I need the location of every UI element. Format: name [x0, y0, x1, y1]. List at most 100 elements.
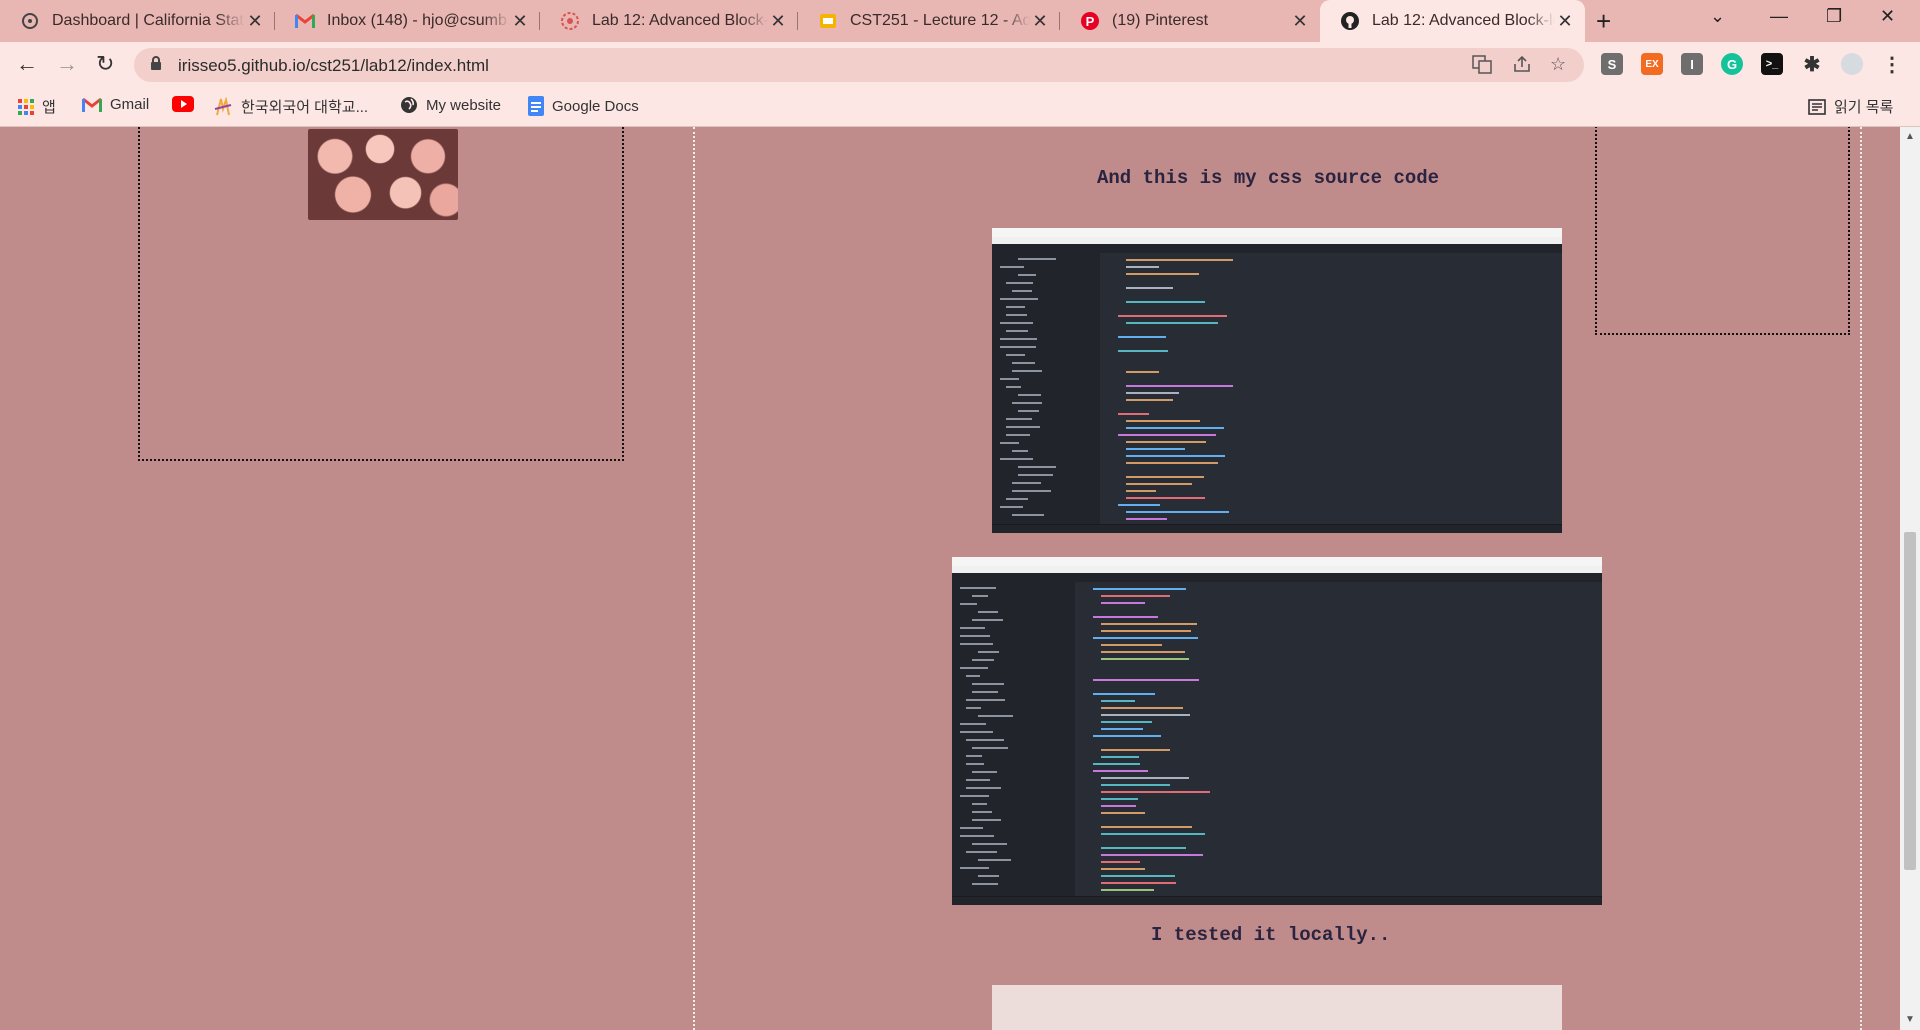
back-icon[interactable]: ← — [16, 51, 38, 77]
tab-title: Lab 12: Advanced Block-le — [592, 12, 768, 29]
file-tree-line — [1012, 490, 1052, 492]
code-line — [1101, 721, 1152, 723]
tab-lab12-a[interactable]: Lab 12: Advanced Block-le ✕ — [540, 4, 798, 38]
file-tree-line — [1012, 450, 1029, 452]
code-line — [1126, 518, 1167, 520]
code-line — [1118, 434, 1216, 436]
reading-list-icon — [1808, 98, 1826, 115]
bookmark-gmail[interactable]: Gmail — [82, 96, 149, 113]
file-tree-line — [960, 627, 985, 629]
code-line — [1126, 455, 1226, 457]
code-line — [1118, 350, 1168, 352]
code-line — [1101, 882, 1177, 884]
code-line — [1093, 588, 1187, 590]
i-extension-icon[interactable]: I — [1681, 53, 1703, 75]
file-tree-line — [978, 715, 1014, 717]
profile-avatar[interactable] — [1841, 53, 1863, 75]
share-icon[interactable] — [1512, 54, 1532, 79]
file-tree-line — [960, 587, 996, 589]
ex-extension-icon[interactable]: EX — [1641, 53, 1663, 75]
page-scrollbar[interactable]: ▲ ▼ — [1900, 127, 1920, 1030]
scrollbar-thumb[interactable] — [1904, 532, 1916, 870]
new-tab-icon[interactable]: + — [1596, 6, 1611, 37]
code-area — [1100, 253, 1562, 525]
close-icon[interactable]: ✕ — [1555, 11, 1575, 32]
file-tree-line — [966, 707, 982, 709]
file-tree-line — [1018, 394, 1042, 396]
scroll-up-icon[interactable]: ▲ — [1905, 131, 1915, 142]
tab-lecture-slides[interactable]: CST251 - Lecture 12 - Adv ✕ — [798, 4, 1060, 38]
project-tree — [992, 244, 1100, 525]
bookmark-hufs[interactable]: 한국외국어 대학교... — [213, 96, 368, 117]
file-tree-line — [1006, 306, 1025, 308]
reload-icon[interactable]: ↻ — [96, 51, 114, 77]
close-icon[interactable]: ✕ — [510, 11, 530, 32]
file-tree-line — [1018, 410, 1040, 412]
close-icon[interactable]: ✕ — [245, 11, 265, 32]
tab-lab12-active[interactable]: Lab 12: Advanced Block-le ✕ — [1320, 0, 1585, 42]
file-tree-line — [966, 763, 985, 765]
tab-pinterest[interactable]: P (19) Pinterest ✕ — [1060, 4, 1320, 38]
hufs-icon — [213, 96, 233, 117]
forward-icon[interactable]: → — [56, 51, 78, 77]
minimize-icon[interactable]: — — [1770, 6, 1788, 27]
code-line — [1101, 889, 1154, 891]
file-tree-line — [966, 787, 1002, 789]
code-line — [1118, 413, 1150, 415]
bookmark-apps[interactable]: 앱 — [18, 96, 56, 117]
file-tree-line — [966, 699, 1006, 701]
code-line — [1101, 861, 1140, 863]
code-line — [1093, 693, 1155, 695]
code-line — [1126, 427, 1225, 429]
s-extension-icon[interactable]: S — [1601, 53, 1623, 75]
file-tree-line — [1006, 282, 1033, 284]
code-line — [1101, 595, 1171, 597]
code-line — [1101, 791, 1210, 793]
project-tree — [952, 573, 1075, 897]
editor-tabs — [1100, 244, 1562, 253]
bookmark-my-website[interactable]: My website — [400, 96, 501, 114]
code-line — [1118, 504, 1160, 506]
code-line — [1126, 497, 1205, 499]
tab-title: Dashboard | California Stat — [52, 12, 244, 29]
close-icon[interactable]: ✕ — [1030, 11, 1050, 32]
scroll-down-icon[interactable]: ▼ — [1905, 1014, 1915, 1025]
code-line — [1126, 371, 1159, 373]
terminal-icon[interactable]: >_ — [1761, 53, 1783, 75]
css-editor-screenshot-1 — [992, 228, 1562, 533]
svg-text:P: P — [1086, 14, 1095, 29]
tab-search-icon[interactable]: ⌄ — [1710, 6, 1725, 27]
bookmark-label: Google Docs — [552, 97, 639, 115]
tab-gmail-inbox[interactable]: Inbox (148) - hjo@csumb.e ✕ — [275, 4, 540, 38]
code-line — [1101, 749, 1171, 751]
grammarly-icon[interactable]: G — [1721, 53, 1743, 75]
code-line — [1101, 805, 1137, 807]
code-line — [1093, 637, 1198, 639]
address-bar[interactable]: irisseo5.github.io/cst251/lab12/index.ht… — [134, 48, 1584, 82]
bookmark-google-docs[interactable]: Google Docs — [528, 96, 639, 116]
tab-canvas-dashboard[interactable]: Dashboard | California Stat ✕ — [0, 4, 275, 38]
file-tree-line — [1000, 338, 1037, 340]
css-caption: And this is my css source code — [1097, 167, 1440, 189]
code-line — [1101, 700, 1135, 702]
code-area — [1075, 582, 1602, 897]
file-tree-line — [966, 739, 1005, 741]
close-icon[interactable]: ✕ — [768, 11, 788, 32]
close-icon[interactable]: ✕ — [1290, 11, 1310, 32]
extensions-puzzle-icon[interactable]: ✱ — [1801, 53, 1823, 76]
menu-icon[interactable]: ⋮ — [1881, 53, 1903, 76]
editor-statusbar — [992, 524, 1562, 533]
file-tree-line — [972, 819, 1002, 821]
reading-list[interactable]: 읽기 목록 — [1808, 96, 1893, 117]
maximize-icon[interactable]: ❐ — [1826, 6, 1842, 27]
code-line — [1126, 322, 1219, 324]
page-content: And this is my css source code I tested … — [0, 127, 1900, 1030]
file-tree-line — [1006, 314, 1028, 316]
translate-icon[interactable] — [1472, 54, 1492, 79]
code-line — [1126, 483, 1193, 485]
file-tree-line — [972, 771, 998, 773]
file-tree-line — [960, 603, 977, 605]
bookmark-star-icon[interactable]: ☆ — [1550, 54, 1566, 75]
close-window-icon[interactable]: ✕ — [1880, 6, 1895, 27]
bookmark-youtube[interactable] — [172, 96, 202, 112]
